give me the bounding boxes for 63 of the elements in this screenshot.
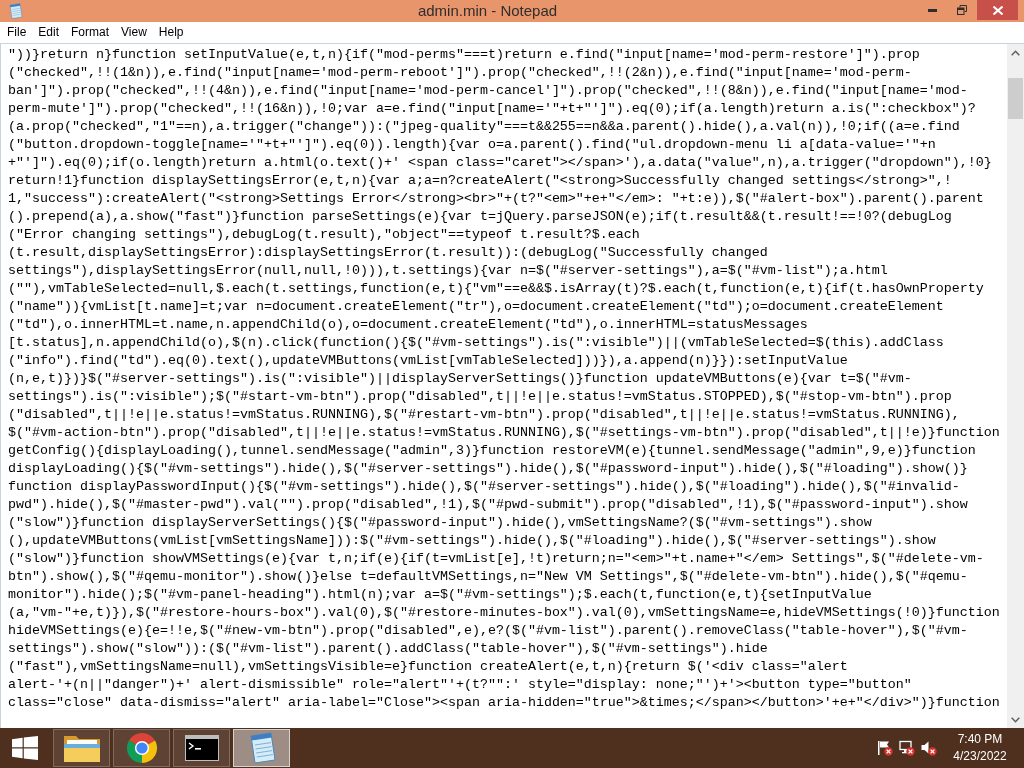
code-line: 1,"success"):createAlert("<strong>Settings Error</strong><br>"+(t?"<em>"+e+"</em>: "+t:e)),$("#alert-box").parent().parent <box>8 190 984 208</box>
code-line: [t.status],n.appendChild(o),$(n).click(function(){$("#vm-settings").is(":visible")||(vmTableSelected=$(this).addClass <box>8 334 944 352</box>
folder-icon <box>62 733 101 763</box>
taskbar-button[interactable] <box>53 729 110 767</box>
code-line: (a.prop("checked","1"==n),a.trigger("change")):("jpeg-quality"===t&&255==n&&a.parent().hide(),a.val(n)),!0;if((a=e.find <box>8 118 960 136</box>
menu-item[interactable]: File <box>1 23 33 42</box>
code-line: ().prepend(a),a.show("fast")}function parseSettings(e){var t=jQuery.parseJSON(e);if(t.result&&(t.result!==!0?(debugLog <box>8 208 952 226</box>
code-line: getConfig(){displayLoading(),tunnel.sendMessage("admin",3)}function restoreVM(e){tunnel.sendMessage("admin",9,e)}function <box>8 442 976 460</box>
scrollbar-thumb[interactable] <box>1008 78 1023 119</box>
code-line: return!1}function displaySettingsError(e,t,n){var a;a=n?createAlert("<strong>Successfully changed settings</strong>",! <box>8 172 952 190</box>
code-line: (n,e,t)})}$("#server-settings").is(":visible")||displayServerSettings()}function updateVMButtons(e){var t=$("#vm- <box>8 370 912 388</box>
code-line: function displayPasswordInput(){$("#vm-settings").hide(),$("#server-settings").hide(),$("#loading").hide(),$("#invalid- <box>8 478 960 496</box>
code-line: (a,"vm-"+e,t)}),$("#restore-hours-box").val(0),$("#restore-minutes-box").val(0),vmSettingsName=e,hideVMSettings(!0)}function <box>8 604 1000 622</box>
code-line: ("fast"),vmSettingsName=null),vmSettingsVisible=e}function createAlert(e,t,n){return $('<div class="alert <box>8 658 848 676</box>
code-line: class="close" data-dismiss="alert" aria-label="Close"><span aria-hidden="true">&times;</span></button>'+e+"</div>")}function <box>8 694 1000 712</box>
code-line: ("Error changing settings"),debugLog(t.result),"object"==typeof t.result?$.each <box>8 226 640 244</box>
code-line: (""),vmTableSelected=null,$.each(t.settings,function(e,t){"vm"==e&&$.isArray(t)?$.each(t,function(e,t){if(t.hasOwnProperty <box>8 280 984 298</box>
speaker-icon[interactable] <box>921 740 937 756</box>
code-line: ("button.dropdown-toggle[name='"+t+"']").eq(0)).length){var o=a.parent().find("ul.dropdown-menu li a[data-value='"+n <box>8 136 936 154</box>
code-line: ("slow")}function displayServerSettings(){$("#password-input").hide(),vmSettingsName?($("#vm-settings").show <box>8 514 872 532</box>
code-line: $("#vm-action-btn").prop("disabled",t||!e||e.status!=vmStatus.RUNNING),$("#settings-vm-btn").prop("disabled",t||!e)}function <box>8 424 1000 442</box>
browser-icon <box>125 732 158 764</box>
code-line: ("slow")}function showVMSettings(e){var t,n;if(e){if(t=vmList[e],!t)return;n="<em>"+t.name+"</em> Settings",$("#delete-vm- <box>8 550 984 568</box>
menu-item[interactable]: Help <box>152 23 190 42</box>
code-line: pwd").hide(),$("#master-pwd").val("").prop("disabled",!1),$("#pwd-submit").prop("disabled",!1),$("#password-input").show <box>8 496 968 514</box>
close-icon <box>992 5 1003 15</box>
window-title: admin.min - Notepad <box>417 1 558 21</box>
code-line: ("checked",!!(1&n)),e.find("input[name='mod-perm-reboot']").prop("checked",!!(2&n)),e.find("input[name='mod-perm- <box>8 64 912 82</box>
code-line: alert-'+(n||"danger")+' alert-dismissible" role="alert"'+(t?"":' style="display: none;"')+'><button type="button" <box>8 676 912 694</box>
code-line: ("disabled",t||!e||e.status!=vmStatus.RUNNING),$("#restart-vm-btn").prop("disabled",t||!e||e.status!=vmStatus.RUNNING), <box>8 406 960 424</box>
code-line: settings").show("slow")):($("#vm-list").parent().addClass("table-hover"),$("#vm-settings").hide <box>8 640 768 658</box>
flag-icon[interactable] <box>877 740 893 756</box>
menu-item[interactable]: View <box>115 23 153 42</box>
code-line: ("info").find("td").eq(0).text(),updateVMButtons(vmList[vmTableSelected]))}),a.append(n)}}):setInputValue <box>8 352 848 370</box>
menu-item[interactable]: Format <box>65 23 116 42</box>
network-icon[interactable] <box>899 740 915 756</box>
code-line: settings").is(":visible");$("#start-vm-btn").prop("disabled",t||!e||e.status!=vmStatus.STOPPED),$("#stop-vm-btn").prop <box>8 388 952 406</box>
vertical-scrollbar[interactable] <box>1007 44 1024 728</box>
code-line: btn").show(),$("#qemu-monitor").show()}else t=defaultVMSettings,n="New VM Settings",$("#delete-vm-btn").hide(),$("#qemu- <box>8 568 968 586</box>
windows-logo-icon <box>12 736 38 760</box>
code-line: ("name")){vmList[t.name]=t;var n=document.createElement("tr"),o=document.createElement("td");o=document.createElement <box>8 298 944 316</box>
code-line: (t.result,displaySettingsError):displaySettingsError(t.result)):(debugLog("Successfully changed <box>8 244 768 262</box>
code-line: hideVMSettings(e){e=!!e,$("#new-vm-btn").prop("disabled",e),e?($("#vm-list").parent().removeClass("table-hover"),$("#vm- <box>8 622 968 640</box>
code-line: (),updateVMButtons(vmList[vmSettingsName])):$("#vm-settings").hide(),$("#loading").hide(),$("#server-settings").show <box>8 532 936 550</box>
code-line: monitor").hide();$("#vm-panel-heading").html(n);var a=$("#vm-settings");$.each(t,function(e,t){setInputValue <box>8 586 872 604</box>
code-line: ban']").prop("checked",!!(4&n)),e.find("input[name='mod-perm-cancel']").prop("checked",!!(8&n)),e.find("input[name='mod- <box>8 82 968 100</box>
code-line: perm-mute']").prop("checked",!!(16&n)),!0;var a=e.find("input[name='"+t+"']").eq(0);if(a.length)return a.is(":checkbox")? <box>8 100 976 118</box>
code-line: settings"),displaySettingsError(null,null,!0))),t.settings){var n=$("#server-settings"),a=$("#vm-list");a.html <box>8 262 888 280</box>
code-line: "))}return n}function setInputValue(e,t,n){if("mod-perms"===t)return e.find("input[name='mod-perm-restore']").prop <box>8 46 920 64</box>
chevron-up-icon <box>1011 49 1020 56</box>
clock-button[interactable]: 7:40 PM 4/23/2022 <box>944 728 1016 768</box>
restore-icon <box>956 5 967 15</box>
close-button[interactable] <box>977 0 1018 20</box>
taskbar-button[interactable] <box>113 729 170 767</box>
menu-item[interactable]: Edit <box>32 23 66 42</box>
taskbar-button[interactable] <box>173 729 230 767</box>
notepad-icon <box>7 3 23 19</box>
code-line: +"']").eq(0);if(o.length)return a.html(o.text()+' <span class="caret"></span>'),a.data("value",n),a.trigger("dropdown"),!0} <box>8 154 992 172</box>
terminal-icon <box>184 735 219 761</box>
minimize-icon <box>928 8 937 12</box>
chevron-down-icon <box>1011 716 1020 723</box>
code-line: displayLoading(){$("#vm-settings").hide(),$("#server-settings").hide(),$("#password-input").hide(),$("#loading").show()} <box>8 460 968 478</box>
code-line: ("td"),o.innerHTML=t.name,n.appendChild(o),o=document.createElement("td"),o.innerHTML=statusMessages <box>8 316 808 334</box>
